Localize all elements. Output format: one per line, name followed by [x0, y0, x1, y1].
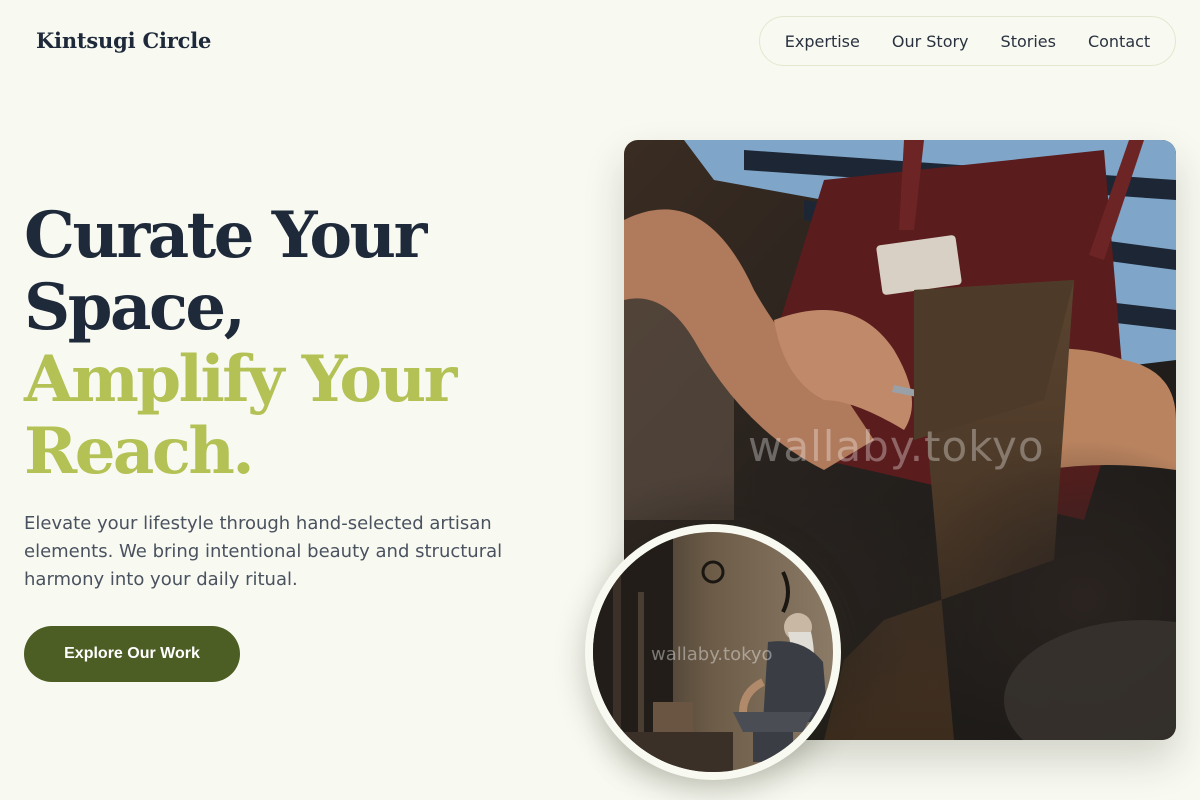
headline-line-2: Space, [24, 270, 246, 345]
headline-line-3: Amplify Your [24, 342, 457, 417]
blacksmith-illustration [593, 532, 833, 772]
nav-link-contact[interactable]: Contact [1088, 32, 1150, 51]
landing-page: Kintsugi Circle Expertise Our Story Stor… [0, 0, 1200, 800]
nav-link-expertise[interactable]: Expertise [785, 32, 860, 51]
blacksmith-inset-photo: wallaby.tokyo [585, 524, 841, 780]
headline-line-4: Reach. [24, 414, 255, 489]
brand-logo[interactable]: Kintsugi Circle [36, 28, 211, 53]
explore-work-button[interactable]: Explore Our Work [24, 626, 240, 682]
headline-line-1: Curate Your [24, 198, 427, 273]
inset-photo-frame: wallaby.tokyo [593, 532, 833, 772]
hero-headline: Curate Your Space, Amplify Your Reach. [24, 198, 457, 489]
main-nav: Expertise Our Story Stories Contact [759, 16, 1176, 66]
hero-description: Elevate your lifestyle through hand-sele… [24, 513, 503, 590]
nav-link-our-story[interactable]: Our Story [892, 32, 969, 51]
nav-link-stories[interactable]: Stories [1001, 32, 1056, 51]
